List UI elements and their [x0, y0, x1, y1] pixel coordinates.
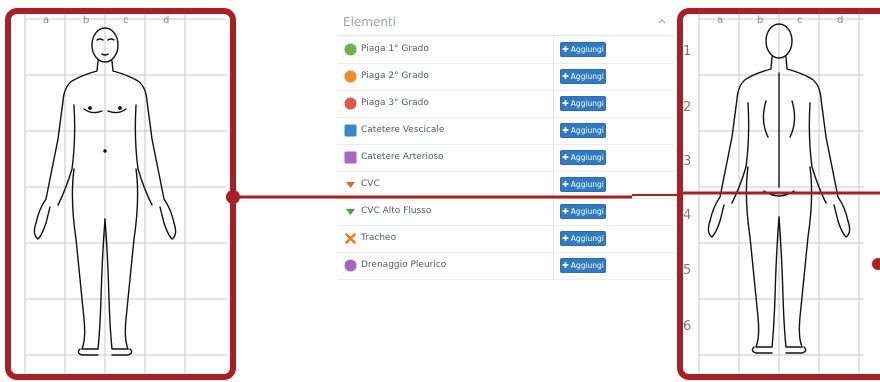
- divider: [553, 253, 554, 279]
- plus-icon: ✚: [562, 261, 569, 270]
- orange-circle-icon: [344, 70, 357, 83]
- list-item: CVC ✚ Aggiungi: [337, 172, 674, 199]
- divider: [553, 172, 554, 198]
- plus-icon: ✚: [562, 234, 569, 243]
- column-label-a: a: [717, 15, 724, 26]
- divider: [553, 64, 554, 90]
- divider: [553, 118, 554, 144]
- add-button[interactable]: ✚ Aggiungi: [560, 177, 606, 192]
- item-label: Catetere Arterioso: [361, 152, 444, 162]
- add-button[interactable]: ✚ Aggiungi: [560, 231, 606, 246]
- item-label: Piaga 3° Grado: [361, 98, 429, 108]
- column-label-d: d: [837, 15, 844, 26]
- item-label: Piaga 2° Grado: [361, 71, 429, 81]
- panel-title: Elementi: [343, 15, 397, 29]
- list-item: Catetere Arterioso ✚ Aggiungi: [337, 145, 674, 172]
- plus-icon: ✚: [562, 180, 569, 189]
- list-item: Tracheo ✚ Aggiungi: [337, 226, 674, 253]
- plus-icon: ✚: [562, 99, 569, 108]
- item-label: Piaga 1° Grado: [361, 44, 429, 54]
- add-button[interactable]: ✚ Aggiungi: [560, 96, 606, 111]
- divider: [553, 145, 554, 171]
- elements-panel: Elementi Piaga 1° Grado ✚ Aggiungi Piaga …: [337, 8, 674, 291]
- item-label: Drenaggio Pleurico: [361, 260, 447, 270]
- list-item: CVC Alto Flusso ✚ Aggiungi: [337, 199, 674, 226]
- green-circle-icon: [344, 43, 357, 56]
- list-item: Drenaggio Pleurico ✚ Aggiungi: [337, 253, 674, 280]
- add-button[interactable]: ✚ Aggiungi: [560, 204, 606, 219]
- add-button[interactable]: ✚ Aggiungi: [560, 150, 606, 165]
- divider: [553, 226, 554, 252]
- row-label-1: 1: [683, 44, 692, 59]
- item-label: Tracheo: [361, 233, 397, 243]
- add-button[interactable]: ✚ Aggiungi: [560, 69, 606, 84]
- row-label-3: 3: [683, 154, 692, 169]
- add-button[interactable]: ✚ Aggiungi: [560, 42, 606, 57]
- plus-icon: ✚: [562, 72, 569, 81]
- column-label-b: b: [83, 15, 90, 26]
- list-item: Piaga 2° Grado ✚ Aggiungi: [337, 64, 674, 91]
- orange-cross-icon: [345, 233, 356, 244]
- purple-square-icon: [344, 151, 357, 164]
- plus-icon: ✚: [562, 45, 569, 54]
- row-label-2: 2: [683, 100, 692, 115]
- back-body-figure: [698, 11, 864, 373]
- green-triangle-down-icon: [346, 209, 355, 215]
- column-label-b: b: [757, 15, 764, 26]
- row-label-5: 5: [683, 263, 692, 278]
- grid: [698, 11, 864, 373]
- list-item: Catetere Vescicale ✚ Aggiungi: [337, 118, 674, 145]
- add-button[interactable]: ✚ Aggiungi: [560, 258, 606, 273]
- red-circle-icon: [344, 97, 357, 110]
- column-label-d: d: [163, 15, 170, 26]
- panel-header: Elementi: [337, 8, 674, 36]
- front-body-figure: [24, 11, 226, 373]
- column-label-a: a: [43, 15, 50, 26]
- item-label: CVC Alto Flusso: [361, 206, 432, 216]
- body-chart-back[interactable]: a b c d: [678, 9, 868, 376]
- plus-icon: ✚: [562, 207, 569, 216]
- add-button[interactable]: ✚ Aggiungi: [560, 123, 606, 138]
- column-label-c: c: [123, 15, 129, 26]
- row-label-6: 6: [683, 319, 692, 334]
- divider: [553, 199, 554, 225]
- purple-circle-icon: [344, 259, 357, 272]
- divider: [553, 91, 554, 117]
- item-label: Catetere Vescicale: [361, 125, 445, 135]
- list-item: Piaga 3° Grado ✚ Aggiungi: [337, 91, 674, 118]
- column-label-c: c: [797, 15, 803, 26]
- item-label: CVC: [361, 179, 380, 189]
- orange-triangle-down-icon: [346, 182, 355, 188]
- row-label-4: 4: [683, 208, 692, 223]
- plus-icon: ✚: [562, 126, 569, 135]
- divider: [553, 37, 554, 63]
- chevron-up-icon[interactable]: [657, 16, 667, 26]
- plus-icon: ✚: [562, 153, 569, 162]
- blue-square-icon: [344, 124, 357, 137]
- body-chart-front[interactable]: a b c d: [6, 9, 232, 376]
- connector-dot-right: [872, 258, 880, 270]
- list-item: Piaga 1° Grado ✚ Aggiungi: [337, 37, 674, 64]
